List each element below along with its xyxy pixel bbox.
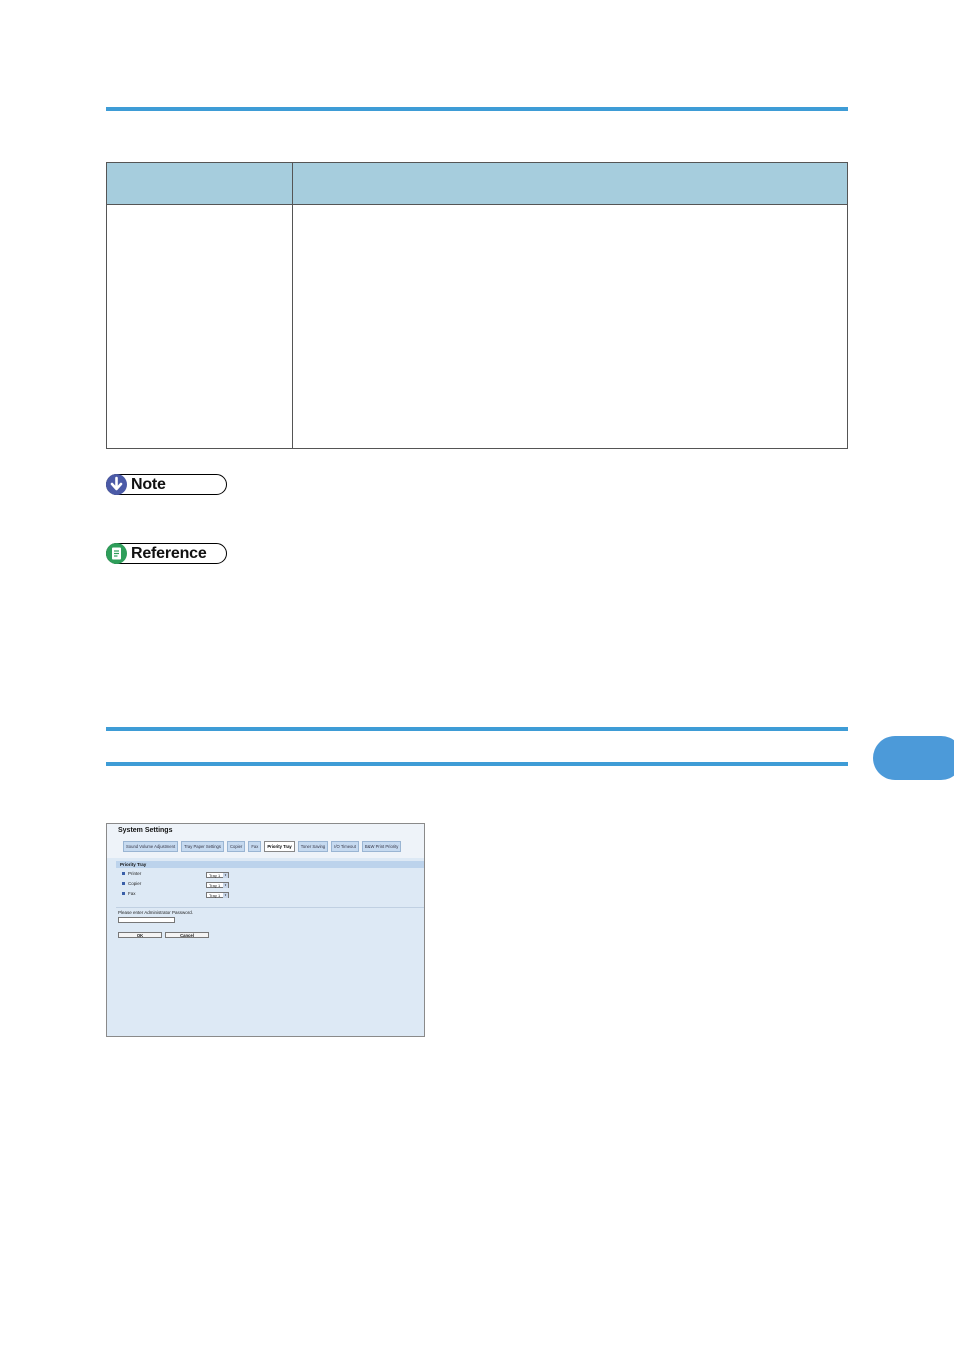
settings-table	[106, 162, 848, 449]
tab-priority-tray[interactable]: Priority Tray	[264, 841, 295, 852]
bullet-icon	[122, 882, 125, 886]
screenshot-title: System Settings	[118, 827, 173, 834]
table-header-row	[107, 163, 847, 205]
copier-tray-select[interactable]: Tray 1 ▾	[206, 882, 229, 888]
tab-fax[interactable]: Fax	[248, 841, 262, 852]
table-column-divider	[292, 163, 293, 448]
tab-toner-saving[interactable]: Toner Saving	[297, 841, 329, 852]
ok-button[interactable]: OK	[118, 932, 162, 938]
select-value: Tray 1	[209, 883, 221, 888]
chevron-down-icon: ▾	[223, 893, 228, 898]
section-title: Priority Tray	[120, 862, 147, 867]
password-input[interactable]	[118, 917, 175, 923]
row-copier: Copier	[122, 881, 141, 886]
section-bar	[116, 861, 424, 868]
tab-tray-paper-settings[interactable]: Tray Paper Settings	[181, 841, 224, 852]
row-label: Copier	[128, 881, 142, 886]
tab-sound-volume-adjustment[interactable]: Sound Volume Adjustment	[123, 841, 179, 852]
divider	[116, 907, 424, 908]
cancel-button[interactable]: Cancel	[165, 932, 209, 938]
note-badge: Note	[106, 474, 227, 495]
section-rule-top	[106, 727, 848, 731]
reference-label: Reference	[131, 545, 207, 562]
header-rule	[106, 107, 848, 111]
chapter-tab	[873, 736, 954, 780]
tab-copier[interactable]: Copier	[226, 841, 246, 852]
select-value: Tray 1	[209, 873, 221, 878]
note-label: Note	[131, 476, 166, 493]
tab-io-timeout[interactable]: I/O Timeout	[331, 841, 359, 852]
tab-bw-print-priority[interactable]: B&W Print Priority	[361, 841, 402, 852]
row-fax: Fax	[122, 891, 136, 896]
chevron-down-icon: ▾	[223, 873, 228, 878]
select-value: Tray 1	[209, 893, 221, 898]
down-arrow-icon	[106, 474, 127, 495]
document-icon	[106, 543, 127, 564]
web-image-monitor-screenshot: System Settings Sound Volume Adjustment …	[106, 823, 425, 1037]
bullet-icon	[122, 892, 125, 896]
screenshot-header: System Settings Sound Volume Adjustment …	[107, 824, 424, 858]
printer-tray-select[interactable]: Tray 1 ▾	[206, 872, 229, 878]
section-rule-bottom	[106, 762, 848, 766]
row-label: Printer	[128, 871, 142, 876]
fax-tray-select[interactable]: Tray 1 ▾	[206, 892, 229, 898]
chevron-down-icon: ▾	[223, 883, 228, 888]
settings-tabs: Sound Volume Adjustment Tray Paper Setti…	[123, 841, 402, 852]
bullet-icon	[122, 872, 125, 876]
password-label: Please enter Administrator Password.	[118, 910, 194, 915]
row-label: Fax	[128, 891, 136, 896]
row-printer: Printer	[122, 871, 141, 876]
reference-badge: Reference	[106, 543, 227, 564]
